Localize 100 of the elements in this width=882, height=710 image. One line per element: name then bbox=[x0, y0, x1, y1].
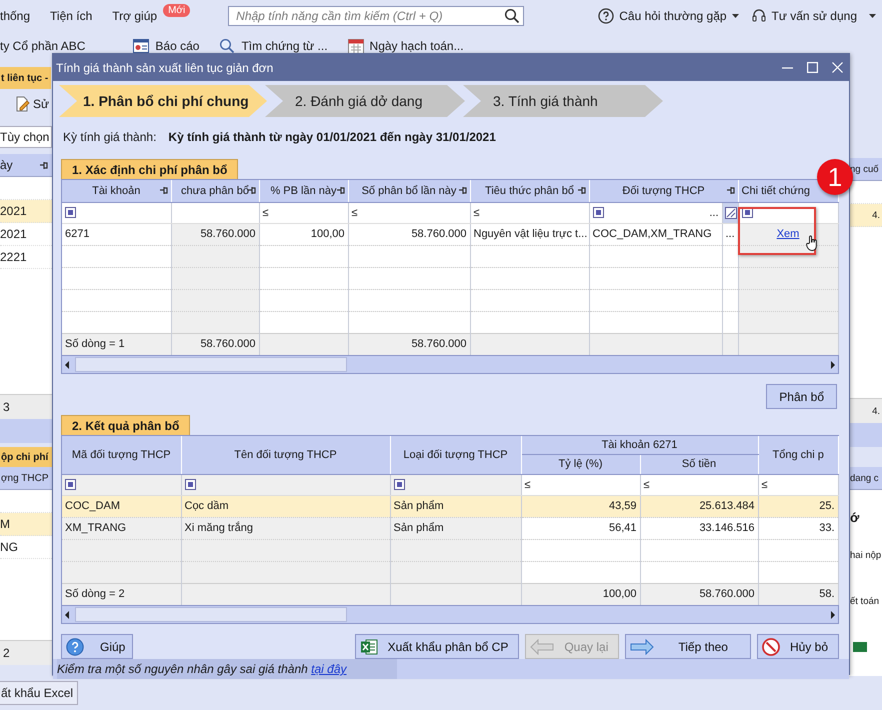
caret-icon bbox=[869, 14, 876, 18]
table-cell: Nguyên vật liệu trực t... bbox=[470, 223, 589, 245]
table-row[interactable]: COC_DAM Cọc dầm Sản phẩm 43,59 25.613.484 25. bbox=[62, 495, 838, 517]
total-cell: Số dòng = 2 bbox=[62, 583, 181, 605]
total-cell: 100,00 bbox=[521, 583, 640, 605]
menu-item[interactable]: Trợ giúp bbox=[112, 9, 158, 23]
search-field[interactable]: Nhập tính năng cần tìm kiếm (Ctrl + Q) bbox=[228, 6, 524, 26]
table-cell: 58.760.000 bbox=[171, 223, 259, 245]
export-button[interactable]: ất khẩu Excel bbox=[0, 681, 78, 705]
list-item[interactable]: hai nộp bbox=[849, 550, 882, 596]
table-cell: M bbox=[0, 513, 52, 536]
hand-cursor-icon bbox=[806, 235, 818, 251]
wizard-step[interactable]: 1. Phân bổ chi phí chung bbox=[59, 85, 267, 117]
table-cell: 58.760.000 bbox=[348, 223, 470, 245]
list-item[interactable]: ết toán bbox=[849, 596, 882, 642]
filter-icon bbox=[65, 207, 76, 218]
dialog-button[interactable]: Hủy bỏ bbox=[756, 634, 839, 659]
pin-icon bbox=[458, 186, 466, 196]
table-cell: Cọc dầm bbox=[181, 495, 390, 517]
help-menu-button[interactable]: Tư vấn sử dụng bbox=[750, 8, 857, 24]
options-field[interactable]: Tùy chọn bbox=[0, 126, 52, 148]
close-icon[interactable] bbox=[832, 62, 843, 73]
table-cell: 4. bbox=[849, 398, 882, 423]
filter-operator[interactable]: ≤ bbox=[644, 478, 650, 490]
table-cell: 2021 bbox=[0, 200, 52, 223]
field-label: Kỳ tính giá thành: bbox=[63, 130, 156, 144]
menu-item[interactable]: Tiện ích bbox=[50, 9, 92, 23]
right-arrow-icon bbox=[630, 638, 654, 654]
cancel-icon bbox=[762, 638, 780, 656]
allocate-button[interactable]: Phân bổ bbox=[766, 384, 837, 409]
column-header: dang c bbox=[849, 467, 882, 490]
view-link[interactable]: Xem bbox=[776, 228, 800, 240]
wizard-step[interactable]: 2. Đánh giá dở dang bbox=[265, 85, 465, 117]
filter-operator[interactable]: ≤ bbox=[762, 478, 768, 490]
maximize-icon[interactable] bbox=[807, 62, 818, 73]
section-tab[interactable]: 1. Xác định chi phí phân bổ bbox=[61, 159, 238, 179]
window-title: Tính giá thành sản xuất liên tục giản đơn bbox=[56, 60, 274, 74]
tab[interactable]: ộp chi phí bbox=[0, 447, 52, 467]
total-cell: 58.760.000 bbox=[348, 333, 470, 355]
column-header[interactable]: Số tiền bbox=[682, 458, 716, 470]
help-link[interactable]: tại đây bbox=[311, 662, 347, 676]
spreadsheet-icon bbox=[853, 642, 867, 652]
pin-icon bbox=[39, 160, 48, 170]
dialog-button[interactable]: Tiếp theo bbox=[625, 634, 751, 659]
table-cell: Xi măng trắng bbox=[181, 517, 390, 539]
table-cell: 2 bbox=[0, 640, 52, 665]
heading: ớ bbox=[849, 510, 860, 527]
left-arrow-icon bbox=[530, 638, 554, 654]
table-cell: Sản phẩm bbox=[390, 495, 521, 517]
horizontal-scrollbar[interactable] bbox=[62, 355, 838, 373]
total-cell: 58.760.000 bbox=[171, 333, 259, 355]
dialog-button[interactable]: Xuất khẩu phân bổ CP bbox=[354, 634, 520, 659]
company-name: ty Cổ phần ABC bbox=[0, 39, 86, 53]
toolbar-strip bbox=[849, 423, 882, 447]
spreadsheet-icon bbox=[360, 638, 378, 656]
pin-icon bbox=[726, 186, 735, 196]
help-icon bbox=[598, 8, 614, 24]
section-tab[interactable]: 2. Kết quả phân bổ bbox=[61, 415, 190, 435]
toolbar-button[interactable]: Báo cáo bbox=[133, 39, 200, 53]
horizontal-scrollbar[interactable] bbox=[62, 605, 838, 623]
toolbar-strip bbox=[0, 419, 52, 443]
filter-icon bbox=[394, 479, 404, 490]
caret-icon bbox=[732, 14, 739, 18]
filter-icon bbox=[184, 479, 196, 490]
table-cell: 25. bbox=[758, 495, 838, 517]
edit-icon bbox=[724, 206, 736, 218]
period-value: Kỳ tính giá thành từ ngày 01/01/2021 đến ngày 31/01/2021 bbox=[168, 130, 496, 144]
status-message: Kiểm tra một số nguyên nhân gây sai giá thành tại đây bbox=[57, 659, 397, 679]
pin-icon bbox=[158, 186, 168, 196]
table-cell: XM_TRANG bbox=[62, 517, 181, 539]
edit-icon bbox=[14, 96, 30, 112]
filter-operator[interactable]: ≤ bbox=[262, 206, 269, 218]
dialog-button[interactable]: Giúp bbox=[61, 634, 133, 659]
table-cell: 33. bbox=[758, 517, 838, 539]
table-cell: 25.613.484 bbox=[640, 495, 758, 517]
filter-operator[interactable]: ≤ bbox=[524, 478, 531, 490]
headset-icon bbox=[750, 8, 767, 24]
table-cell: COC_DAM,XM_TRANG bbox=[589, 223, 722, 245]
filter-operator[interactable]: ≤ bbox=[352, 206, 358, 218]
total-cell: 58. bbox=[758, 583, 838, 605]
ellipsis-button[interactable]: ... bbox=[709, 206, 718, 218]
wizard-step[interactable]: 3. Tính giá thành bbox=[463, 85, 663, 117]
table-row[interactable]: XM_TRANG Xi măng trắng Sản phẩm 56,41 33.146.516 33. bbox=[62, 517, 838, 539]
toolbar-button[interactable]: Tìm chứng từ ... bbox=[219, 38, 328, 54]
edit-button[interactable]: Sử bbox=[0, 89, 52, 119]
column-group-header: Tài khoản 6271 bbox=[602, 438, 678, 451]
filter-icon bbox=[65, 479, 76, 490]
new-badge: Mới bbox=[163, 4, 190, 16]
menu-item[interactable]: thống bbox=[0, 9, 30, 23]
table-cell: Sản phẩm bbox=[390, 517, 521, 539]
tab[interactable]: t liên tục - bbox=[0, 67, 51, 89]
column-header: ợng THCP bbox=[0, 467, 52, 490]
table-cell: 3 bbox=[0, 394, 52, 419]
toolbar-button[interactable]: Ngày hạch toán... bbox=[348, 38, 464, 54]
table-cell: 33.146.516 bbox=[640, 517, 758, 539]
filter-operator[interactable]: ≤ bbox=[474, 206, 480, 218]
table-cell: 43,59 bbox=[521, 495, 640, 517]
column-header[interactable]: Tên đối tượng THCP bbox=[234, 448, 337, 461]
help-menu-button[interactable]: Câu hỏi thường gặp bbox=[598, 8, 739, 24]
search-icon bbox=[504, 8, 520, 24]
